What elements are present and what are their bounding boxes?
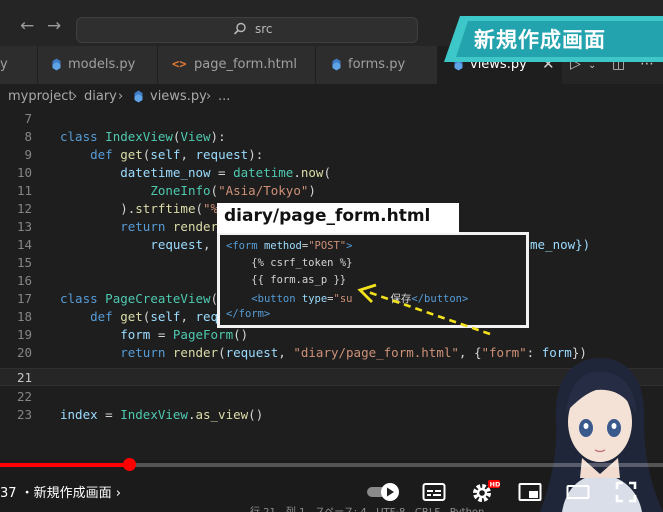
search-icon [233, 22, 246, 35]
subtitles-icon[interactable] [422, 482, 446, 502]
tab-models-py[interactable]: models.py [38, 46, 158, 84]
miniplayer-icon[interactable] [518, 482, 542, 502]
code-line: 8 class IndexView(View): [24, 129, 226, 144]
breadcrumb-item-views[interactable]: views.py [150, 89, 207, 104]
chevron-right-icon: › [206, 89, 212, 104]
progress-played [0, 463, 130, 467]
forward-arrow-icon[interactable]: → [47, 16, 61, 36]
chevron-right-icon: › [118, 89, 124, 104]
template-preview-filename: diary/page_form.html [224, 206, 431, 226]
code-line: 7 [24, 111, 32, 126]
breadcrumb-item-more[interactable]: ... [218, 89, 230, 104]
pointer-arrow-icon [357, 283, 491, 336]
theater-mode-icon[interactable] [566, 482, 590, 502]
tab-label: page_form.html [194, 57, 298, 72]
code-line: 19 form = PageForm() [16, 327, 249, 342]
back-arrow-icon[interactable]: ← [20, 16, 34, 36]
html-icon: <> [172, 57, 187, 71]
progress-scrubber[interactable] [122, 458, 136, 471]
chapter-title[interactable]: 37 ・新規作成画面 › [0, 482, 121, 501]
code-line: 10 datetime_now = datetime.now( [16, 165, 331, 180]
template-preview-title: diary/page_form.html [217, 203, 459, 233]
tab-label: forms.py [348, 57, 406, 72]
tab-label: y [0, 57, 8, 72]
fullscreen-icon[interactable] [614, 480, 638, 504]
command-search-box[interactable]: src [76, 17, 418, 43]
status-bar-text: 行 21、列 1 スペース: 4 UTF-8 CRLF Python [250, 503, 484, 512]
python-icon [134, 90, 143, 103]
svg-text:HD: HD [490, 481, 500, 489]
breadcrumb: myproject › diary › views.py › ... [0, 84, 663, 110]
template-line: {{ form.as_p }} [226, 274, 347, 286]
tab-page-form-html[interactable]: <> page_form.html [158, 46, 316, 84]
breadcrumb-item-diary[interactable]: diary [84, 89, 117, 104]
tab-forms-py[interactable]: forms.py [316, 46, 438, 84]
chapter-banner: 新規作成画面 [444, 16, 663, 62]
tab-prev-file[interactable]: y [0, 46, 38, 84]
code-line-tail: me_now}) [530, 237, 591, 252]
breadcrumb-item-myproject[interactable]: myproject [8, 89, 73, 104]
search-text: src [255, 22, 273, 36]
code-line: 9 def get(self, request): [24, 147, 264, 162]
template-line: <form method="POST"> [226, 240, 353, 252]
python-icon [52, 58, 61, 71]
template-line: {% csrf_token %} [226, 257, 353, 269]
banner-title: 新規作成画面 [474, 28, 606, 52]
autoplay-toggle-icon[interactable] [366, 482, 402, 502]
code-line: 11 ZoneInfo("Asia/Tokyo") [16, 183, 316, 198]
tab-label: models.py [68, 57, 136, 72]
chevron-right-icon: › [72, 89, 78, 104]
settings-gear-icon[interactable]: HD [470, 480, 500, 504]
python-icon [332, 58, 341, 71]
template-line: </form> [226, 308, 271, 320]
